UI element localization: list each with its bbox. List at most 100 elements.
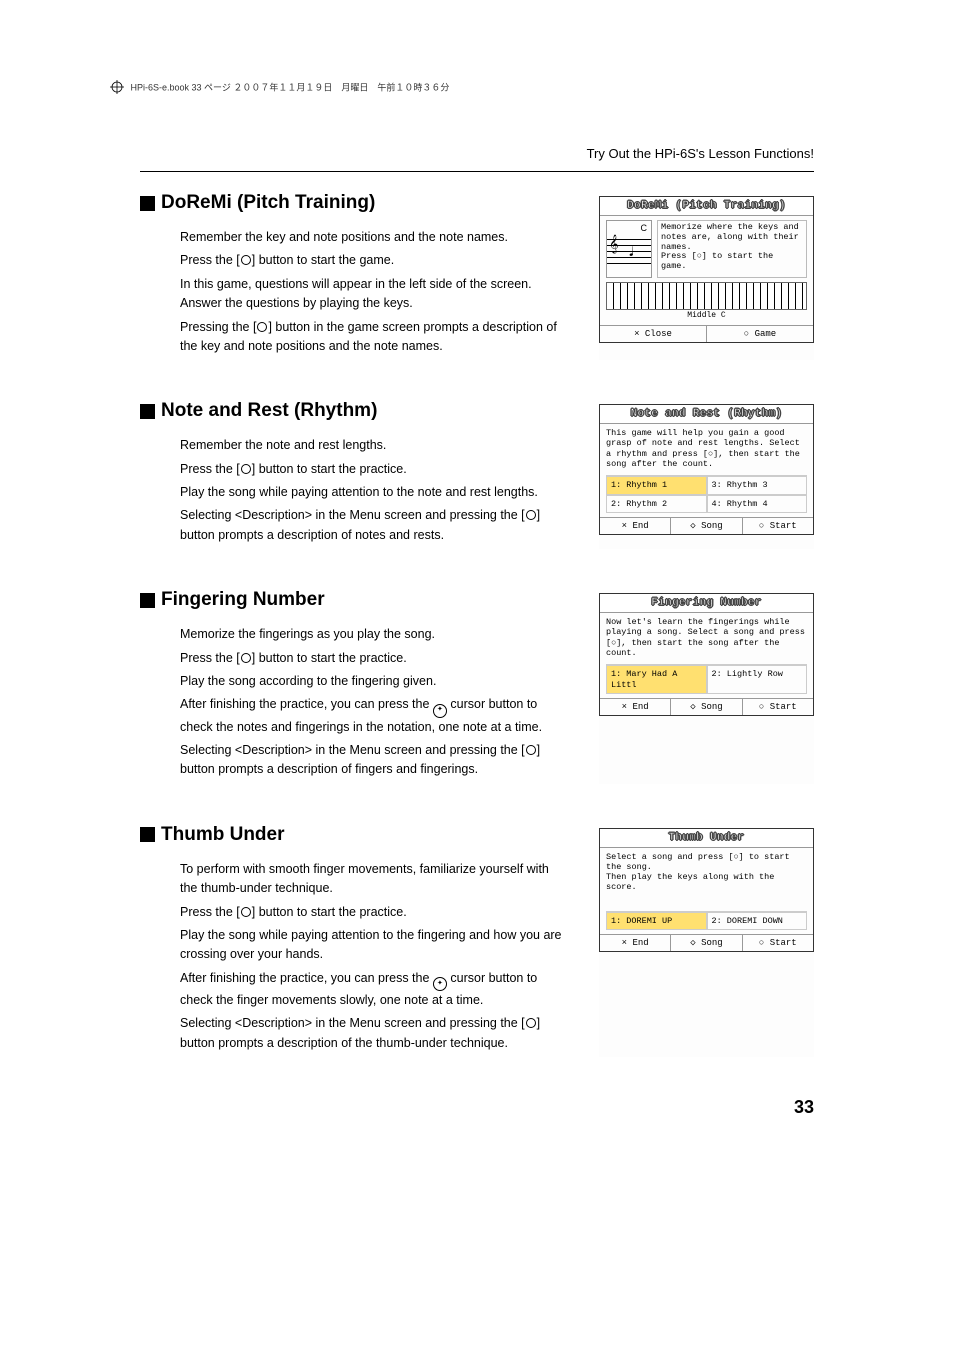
section-doremi: DoReMi (Pitch Training) Remember the key…: [140, 192, 814, 360]
lcd-options: 1: Rhythm 1 3: Rhythm 3 2: Rhythm 2 4: R…: [606, 475, 807, 513]
lcd-header: Note and Rest (Rhythm): [600, 405, 813, 424]
section-fingering: Fingering Number Memorize the fingerings…: [140, 589, 814, 784]
body-text: Memorize the fingerings as you play the …: [180, 625, 569, 780]
lcd-body: C 𝄞 ♩ Memorize where the keys and notes …: [600, 216, 813, 325]
p: Play the song while paying attention to …: [180, 926, 569, 965]
t: Selecting <Description> in the Menu scre…: [180, 508, 525, 522]
lcd-btn-close: × Close: [600, 326, 707, 342]
header-text: HPi-6S-e.book 33 ページ ２００７年１１月１９日 月曜日 午前１…: [131, 82, 450, 92]
section-title-thumb: Thumb Under: [140, 824, 569, 846]
t: Press the [: [180, 905, 240, 919]
circle-button-icon: [241, 907, 251, 917]
cursor-button-icon: ✦: [433, 704, 447, 718]
lcd-title: Thumb Under: [669, 832, 745, 844]
top-rule: [140, 171, 814, 172]
middle-c-label: Middle C: [606, 311, 807, 321]
lcd-btn-end: × End: [600, 699, 671, 715]
p: To perform with smooth finger movements,…: [180, 860, 569, 899]
lcd-footer: × End ◇ Song ○ Start: [600, 934, 813, 951]
t: Pressing the [: [180, 320, 256, 334]
lcd-body-text: Now let's learn the fingerings while pla…: [606, 617, 807, 658]
p: Play the song while paying attention to …: [180, 483, 569, 502]
p: After finishing the practice, you can pr…: [180, 695, 569, 737]
body-text: Remember the key and note positions and …: [180, 228, 569, 356]
page-number: 33: [60, 1097, 814, 1118]
circle-button-icon: [241, 464, 251, 474]
t: After finishing the practice, you can pr…: [180, 697, 433, 711]
t: Selecting <Description> in the Menu scre…: [180, 743, 525, 757]
lcd-opt: 1: Mary Had A Littl: [606, 665, 707, 694]
book-header-line: HPi-6S-e.book 33 ページ ２００７年１１月１９日 月曜日 午前１…: [110, 80, 894, 96]
lcd-options: 1: Mary Had A Littl 2: Lightly Row: [606, 664, 807, 694]
title-text: Note and Rest (Rhythm): [161, 400, 377, 422]
section-thumb: Thumb Under To perform with smooth finge…: [140, 824, 814, 1057]
lcd-opt: 2: Lightly Row: [707, 665, 808, 694]
lcd-body-text: This game will help you gain a good gras…: [606, 428, 807, 469]
lcd-title: DoReMi (Pitch Training): [627, 200, 786, 212]
crosshair-icon: [110, 80, 124, 96]
breadcrumb: Try Out the HPi-6S's Lesson Functions!: [60, 146, 814, 161]
square-bullet-icon: [140, 196, 155, 211]
lcd-body: Select a song and press [○] to start the…: [600, 848, 813, 934]
p: Remember the note and rest lengths.: [180, 436, 569, 455]
lcd-opt: 1: DOREMI UP: [606, 912, 707, 931]
lcd-opt: 4: Rhythm 4: [707, 495, 808, 514]
p: Remember the key and note positions and …: [180, 228, 569, 247]
t: ] button to start the practice.: [252, 462, 407, 476]
p: Press the [ ] button to start the game.: [180, 251, 569, 270]
p: In this game, questions will appear in t…: [180, 275, 569, 314]
lcd-btn-song: ◇ Song: [671, 518, 742, 534]
square-bullet-icon: [140, 593, 155, 608]
lcd-body: Now let's learn the fingerings while pla…: [600, 613, 813, 698]
lcd-header: DoReMi (Pitch Training): [600, 197, 813, 216]
section-rhythm: Note and Rest (Rhythm) Remember the note…: [140, 400, 814, 549]
lcd-title: Note and Rest (Rhythm): [631, 408, 783, 420]
p: Selecting <Description> in the Menu scre…: [180, 506, 569, 545]
section-title-doremi: DoReMi (Pitch Training): [140, 192, 569, 214]
lcd-btn-end: × End: [600, 518, 671, 534]
lcd-doremi: DoReMi (Pitch Training) C 𝄞 ♩ Memorize w…: [599, 196, 814, 360]
lcd-body: This game will help you gain a good gras…: [600, 424, 813, 517]
title-text: Thumb Under: [161, 824, 285, 846]
t: Press the [: [180, 462, 240, 476]
lcd-header: Fingering Number: [600, 594, 813, 613]
lcd-btn-game: ○ Game: [707, 326, 813, 342]
circle-button-icon: [526, 745, 536, 755]
lcd-btn-start: ○ Start: [743, 935, 813, 951]
t: After finishing the practice, you can pr…: [180, 971, 433, 985]
p: After finishing the practice, you can pr…: [180, 969, 569, 1011]
lcd-header: Thumb Under: [600, 829, 813, 848]
p: Press the [ ] button to start the practic…: [180, 460, 569, 479]
t: Selecting <Description> in the Menu scre…: [180, 1016, 525, 1030]
t: ] button to start the game.: [252, 253, 394, 267]
p: Selecting <Description> in the Menu scre…: [180, 1014, 569, 1053]
lcd-fingering: Fingering Number Now let's learn the fin…: [599, 593, 814, 784]
body-text: Remember the note and rest lengths. Pres…: [180, 436, 569, 545]
lcd-body-text: Select a song and press [○] to start the…: [606, 852, 807, 893]
circle-button-icon: [526, 1018, 536, 1028]
section-title-fingering: Fingering Number: [140, 589, 569, 611]
title-text: DoReMi (Pitch Training): [161, 192, 375, 214]
lcd-btn-song: ◇ Song: [671, 699, 742, 715]
square-bullet-icon: [140, 827, 155, 842]
p: Press the [ ] button to start the practic…: [180, 649, 569, 668]
p: Pressing the [] button in the game scree…: [180, 318, 569, 357]
t: ] button to start the practice.: [252, 905, 407, 919]
t: Press the [: [180, 253, 240, 267]
lcd-opt: 2: Rhythm 2: [606, 495, 707, 514]
p: Selecting <Description> in the Menu scre…: [180, 741, 569, 780]
section-title-rhythm: Note and Rest (Rhythm): [140, 400, 569, 422]
t: ] button to start the practice.: [252, 651, 407, 665]
lcd-rhythm: Note and Rest (Rhythm) This game will he…: [599, 404, 814, 549]
lcd-opt: 2: DOREMI DOWN: [707, 912, 808, 931]
circle-button-icon: [257, 322, 267, 332]
lcd-footer: × End ◇ Song ○ Start: [600, 698, 813, 715]
lcd-options: 1: DOREMI UP 2: DOREMI DOWN: [606, 911, 807, 931]
title-text: Fingering Number: [161, 589, 325, 611]
lcd-btn-start: ○ Start: [743, 518, 813, 534]
lcd-btn-start: ○ Start: [743, 699, 813, 715]
circle-button-icon: [526, 510, 536, 520]
p: Memorize the fingerings as you play the …: [180, 625, 569, 644]
lcd-footer: × Close ○ Game: [600, 325, 813, 342]
t: Press the [: [180, 651, 240, 665]
